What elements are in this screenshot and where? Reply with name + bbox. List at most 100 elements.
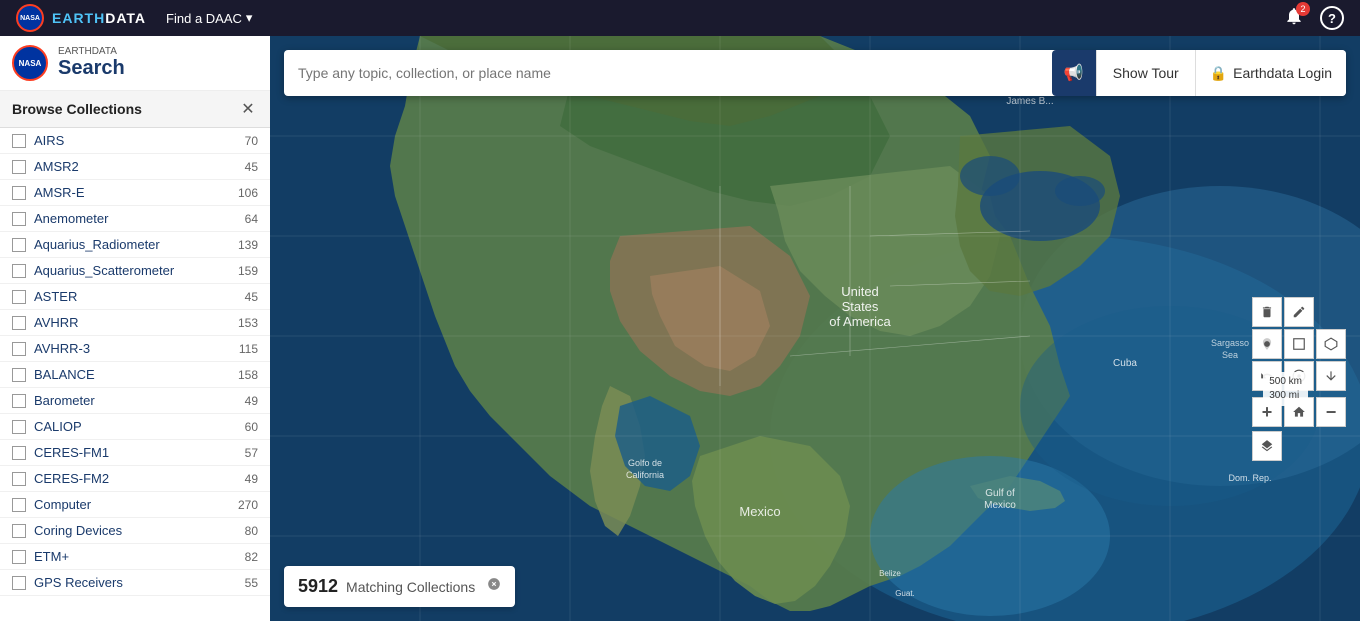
sidebar-header: NASA EARTHDATA Search: [0, 36, 270, 91]
item-checkbox[interactable]: [12, 394, 26, 408]
scale-bar: 500 km 300 mi: [1263, 372, 1308, 406]
matching-label: Matching Collections: [346, 579, 475, 595]
svg-text:Mexico: Mexico: [739, 504, 780, 519]
matching-count: 5912: [298, 576, 338, 597]
point-icon: [1260, 337, 1274, 351]
list-item[interactable]: AVHRR-3 115: [0, 336, 270, 362]
shape-tools-row: [1252, 329, 1346, 359]
list-item[interactable]: Barometer 49: [0, 388, 270, 414]
svg-text:Gulf of: Gulf of: [985, 488, 1015, 499]
trash-button[interactable]: [1252, 297, 1282, 327]
map-svg: United States of America Mexico Gulf of …: [270, 36, 1360, 621]
svg-text:James B...: James B...: [1006, 96, 1053, 107]
svg-text:Sargasso: Sargasso: [1211, 338, 1249, 348]
sidebar-title: EARTHDATA Search: [58, 46, 125, 80]
item-checkbox[interactable]: [12, 550, 26, 564]
list-item[interactable]: CERES-FM2 49: [0, 466, 270, 492]
arrow-down-button[interactable]: [1316, 361, 1346, 391]
svg-text:Mexico: Mexico: [984, 500, 1016, 511]
main-area: NASA EARTHDATA Search Browse Collections…: [0, 36, 1360, 621]
browse-collections-title: Browse Collections: [12, 101, 142, 117]
list-item[interactable]: BALANCE 158: [0, 362, 270, 388]
notification-badge: 2: [1296, 2, 1310, 16]
sidebar: NASA EARTHDATA Search Browse Collections…: [0, 36, 270, 621]
item-checkbox[interactable]: [12, 472, 26, 486]
zoom-out-button[interactable]: −: [1316, 397, 1346, 427]
svg-text:Cuba: Cuba: [1113, 358, 1137, 369]
list-item[interactable]: ETM+ 82: [0, 544, 270, 570]
list-item[interactable]: ASTER 45: [0, 284, 270, 310]
svg-text:Guat.: Guat.: [895, 589, 915, 598]
item-checkbox[interactable]: [12, 186, 26, 200]
point-tool-button[interactable]: [1252, 329, 1282, 359]
item-checkbox[interactable]: [12, 576, 26, 590]
list-item[interactable]: Aquarius_Radiometer 139: [0, 232, 270, 258]
svg-text:States: States: [842, 299, 879, 314]
svg-text:Sea: Sea: [1222, 350, 1238, 360]
list-item[interactable]: Anemometer 64: [0, 206, 270, 232]
trash-icon: [1260, 305, 1274, 319]
list-item[interactable]: CALIOP 60: [0, 414, 270, 440]
layers-icon: [1260, 439, 1274, 453]
close-browse-button[interactable]: ✕: [238, 99, 258, 119]
item-checkbox[interactable]: [12, 524, 26, 538]
nasa-brand: NASA EARTHDATA: [16, 4, 146, 32]
home-icon: [1292, 405, 1306, 419]
svg-text:Golfo de: Golfo de: [628, 458, 662, 468]
announce-button[interactable]: 📢: [1052, 50, 1096, 96]
list-item[interactable]: AMSR2 45: [0, 154, 270, 180]
notifications-button[interactable]: 2: [1284, 6, 1304, 31]
polygon-icon: [1324, 337, 1338, 351]
list-item[interactable]: GPS Receivers 55: [0, 570, 270, 596]
svg-text:of America: of America: [829, 314, 891, 329]
matching-close-button[interactable]: [487, 577, 501, 596]
item-checkbox[interactable]: [12, 316, 26, 330]
item-checkbox[interactable]: [12, 238, 26, 252]
lock-icon: 🔒: [1210, 65, 1227, 82]
search-input[interactable]: [292, 65, 1166, 81]
item-checkbox[interactable]: [12, 342, 26, 356]
list-item[interactable]: AIRS 70: [0, 128, 270, 154]
nasa-logo: NASA: [16, 4, 44, 32]
item-checkbox[interactable]: [12, 368, 26, 382]
close-icon: [487, 577, 501, 591]
svg-text:Belize: Belize: [879, 569, 901, 578]
item-checkbox[interactable]: [12, 134, 26, 148]
arrow-down-icon: [1324, 369, 1338, 383]
svg-text:United: United: [841, 284, 879, 299]
help-button[interactable]: ?: [1320, 6, 1344, 30]
svg-text:California: California: [626, 470, 664, 480]
rectangle-tool-button[interactable]: [1284, 329, 1314, 359]
item-checkbox[interactable]: [12, 498, 26, 512]
edit-tools-row: [1252, 297, 1346, 327]
list-item[interactable]: Aquarius_Scatterometer 159: [0, 258, 270, 284]
login-button[interactable]: 🔒 Earthdata Login: [1196, 50, 1346, 96]
svg-text:Dom. Rep.: Dom. Rep.: [1228, 473, 1271, 483]
edit-shape-button[interactable]: [1284, 297, 1314, 327]
polygon-tool-button[interactable]: [1316, 329, 1346, 359]
layers-button[interactable]: [1252, 431, 1282, 461]
sidebar-nasa-logo: NASA: [12, 45, 48, 81]
browse-collections-header: Browse Collections ✕: [0, 91, 270, 128]
list-item[interactable]: CERES-FM1 57: [0, 440, 270, 466]
layers-control: [1252, 431, 1346, 461]
show-tour-button[interactable]: Show Tour: [1096, 50, 1196, 96]
item-checkbox[interactable]: [12, 446, 26, 460]
top-navigation: NASA EARTHDATA Find a DAAC ▾ 2 ?: [0, 0, 1360, 36]
item-checkbox[interactable]: [12, 264, 26, 278]
search-title: Search: [58, 57, 125, 80]
item-checkbox[interactable]: [12, 290, 26, 304]
map-area[interactable]: United States of America Mexico Gulf of …: [270, 36, 1360, 621]
earthdata-subtitle: EARTHDATA: [58, 46, 125, 57]
list-item[interactable]: AMSR-E 106: [0, 180, 270, 206]
list-item[interactable]: Computer 270: [0, 492, 270, 518]
top-right-buttons: 📢 Show Tour 🔒 Earthdata Login: [1052, 50, 1346, 96]
list-item[interactable]: AVHRR 153: [0, 310, 270, 336]
find-daac-menu[interactable]: Find a DAAC ▾: [166, 10, 252, 26]
list-item[interactable]: Coring Devices 80: [0, 518, 270, 544]
item-checkbox[interactable]: [12, 212, 26, 226]
item-checkbox[interactable]: [12, 420, 26, 434]
item-checkbox[interactable]: [12, 160, 26, 174]
map-background: United States of America Mexico Gulf of …: [270, 36, 1360, 621]
sidebar-list[interactable]: AIRS 70 AMSR2 45 AMSR-E 106 Anemometer 6…: [0, 128, 270, 621]
